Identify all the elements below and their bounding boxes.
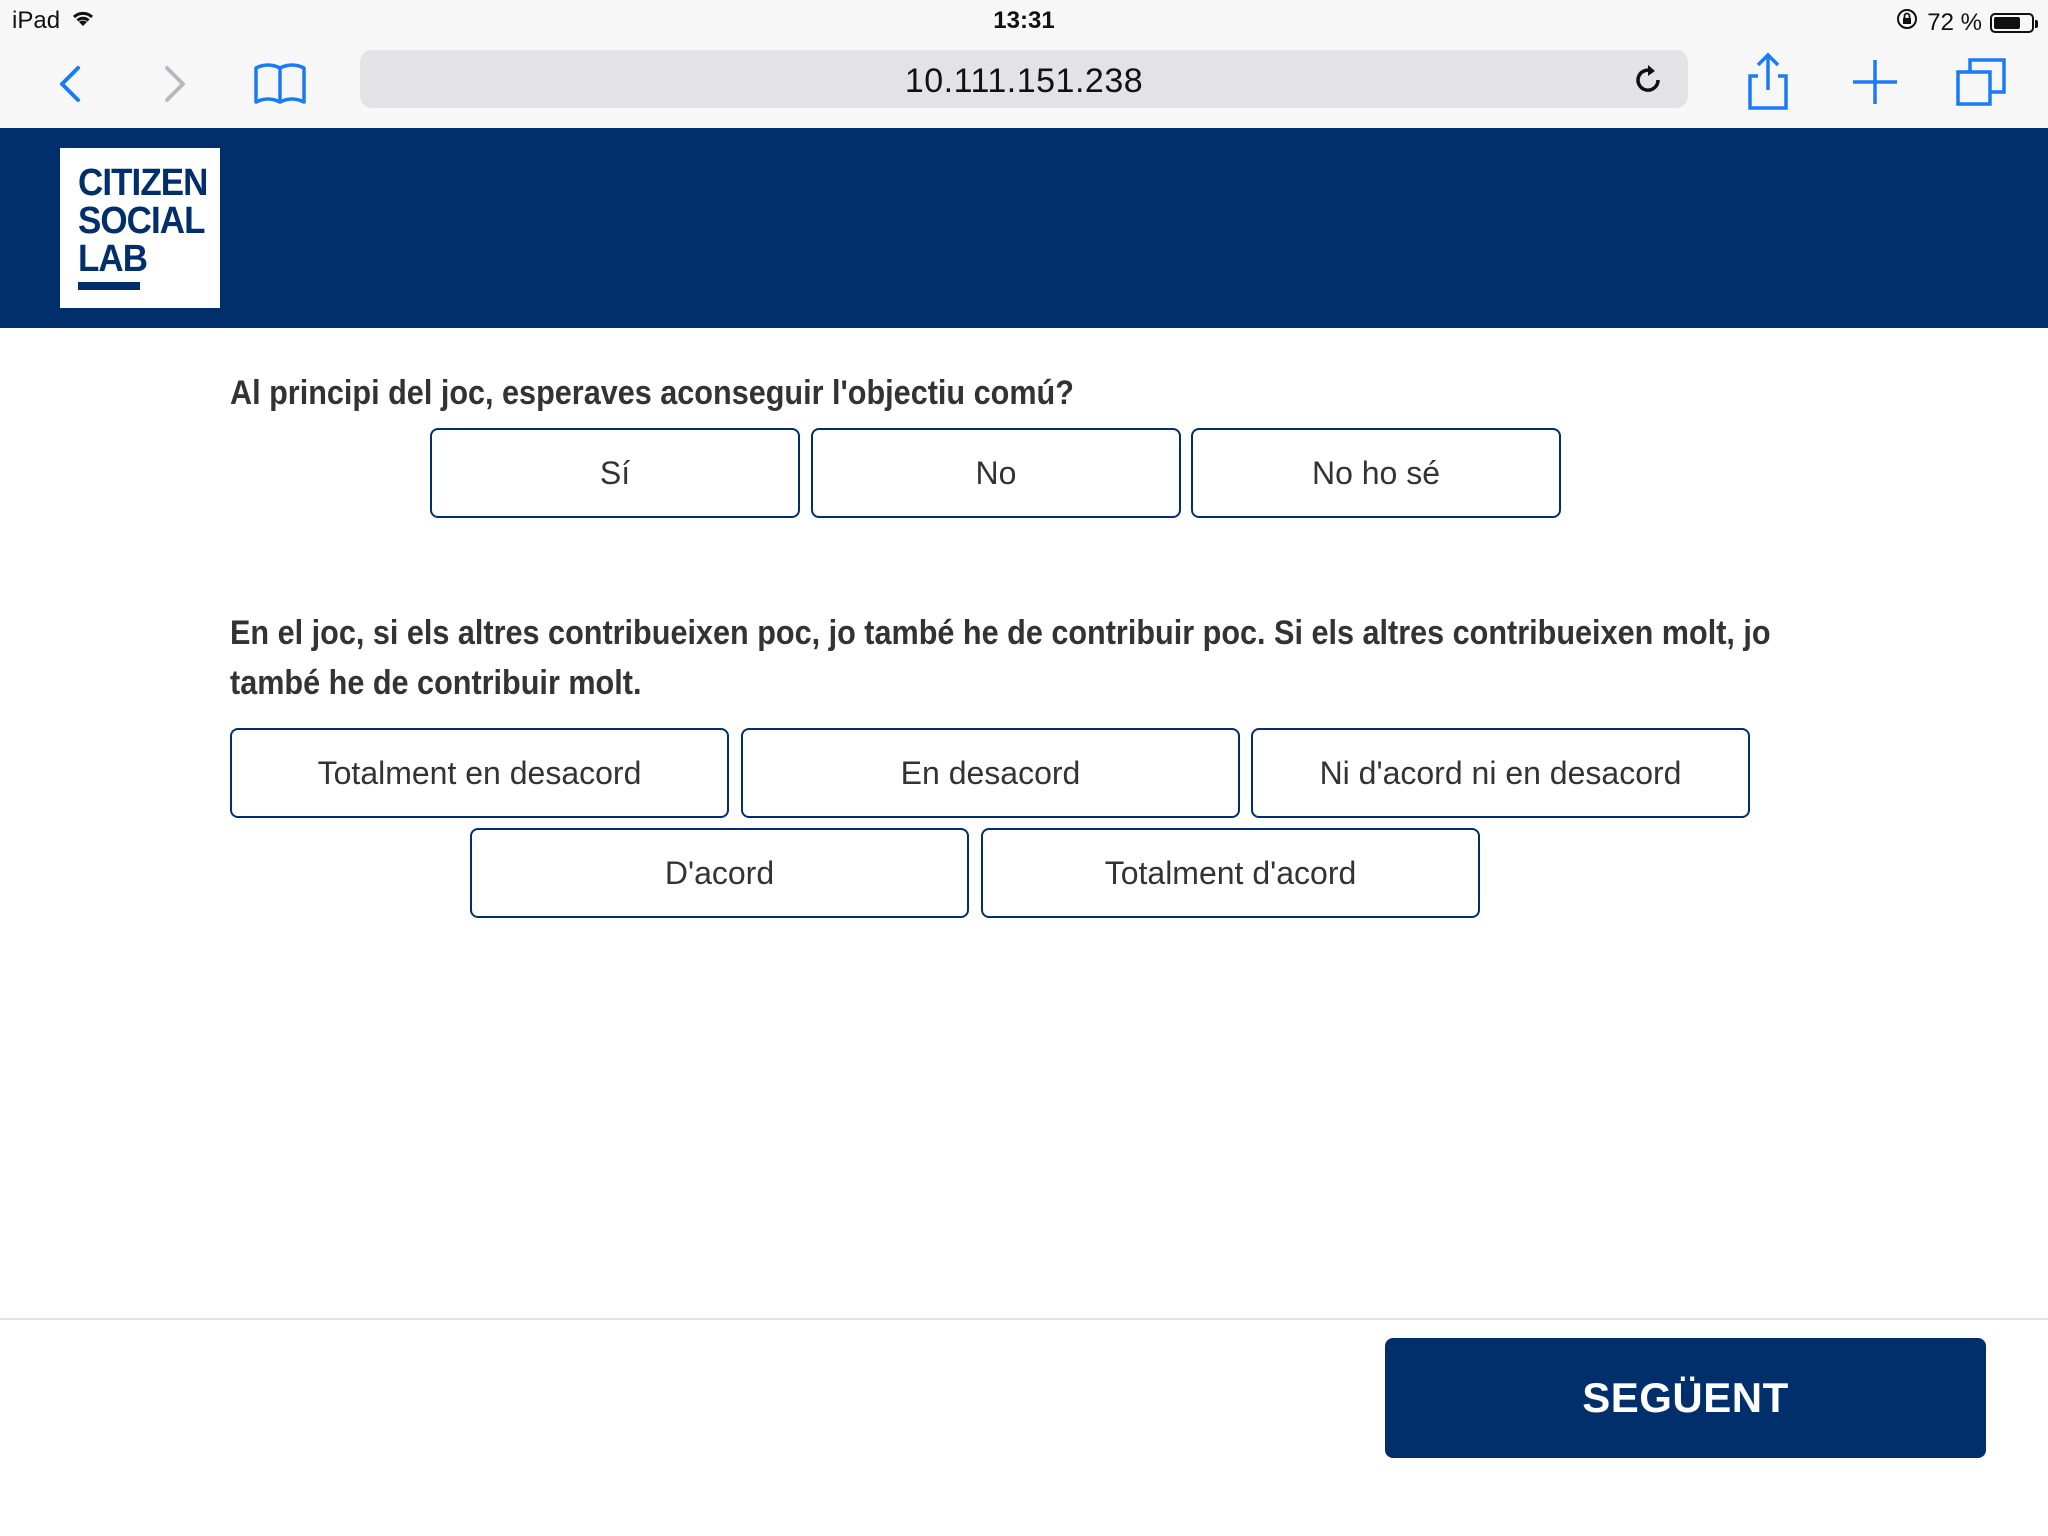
address-bar[interactable]: 10.111.151.238 [360, 50, 1688, 108]
q2-option-dacord[interactable]: D'acord [470, 828, 969, 918]
battery-percent: 72 % [1927, 8, 1982, 36]
q2-option-totalment-dacord[interactable]: Totalment d'acord [981, 828, 1480, 918]
tabs-icon[interactable] [1952, 52, 2012, 112]
status-right: 72 % [1895, 7, 2038, 38]
new-tab-icon[interactable] [1845, 52, 1905, 112]
logo-line-3: LAB [78, 238, 148, 280]
q1-option-si[interactable]: Sí [430, 428, 800, 518]
site-header: CITIZEN SOCIAL LAB [0, 128, 2048, 328]
question-1-text: Al principi del joc, esperaves aconsegui… [230, 374, 1074, 412]
battery-icon [1990, 12, 2038, 33]
logo-underline [78, 282, 140, 290]
rotation-lock-icon [1895, 7, 1919, 38]
share-icon[interactable] [1738, 52, 1798, 112]
back-icon[interactable] [40, 52, 100, 112]
next-button[interactable]: SEGÜENT [1385, 1338, 1986, 1458]
status-bar: iPad 13:31 72 % [0, 0, 2048, 42]
logo-line-1: CITIZEN [78, 162, 208, 204]
footer-divider [0, 1318, 2048, 1320]
q2-option-ni-dacord-ni-en-desacord[interactable]: Ni d'acord ni en desacord [1251, 728, 1750, 818]
question-2-text: En el joc, si els altres contribueixen p… [230, 614, 1771, 702]
citizen-social-lab-logo[interactable]: CITIZEN SOCIAL LAB [60, 148, 220, 308]
browser-toolbar: 10.111.151.238 [0, 42, 2048, 128]
url-text: 10.111.151.238 [904, 62, 1144, 100]
q1-option-no[interactable]: No [811, 428, 1181, 518]
logo-line-2: SOCIAL [78, 200, 205, 242]
reload-icon[interactable] [1630, 62, 1666, 98]
bookmarks-icon[interactable] [250, 52, 310, 112]
q2-option-en-desacord[interactable]: En desacord [741, 728, 1240, 818]
q1-option-no-ho-se[interactable]: No ho sé [1191, 428, 1561, 518]
q2-option-totalment-en-desacord[interactable]: Totalment en desacord [230, 728, 729, 818]
status-clock: 13:31 [993, 7, 1055, 34]
forward-icon[interactable] [145, 52, 205, 112]
